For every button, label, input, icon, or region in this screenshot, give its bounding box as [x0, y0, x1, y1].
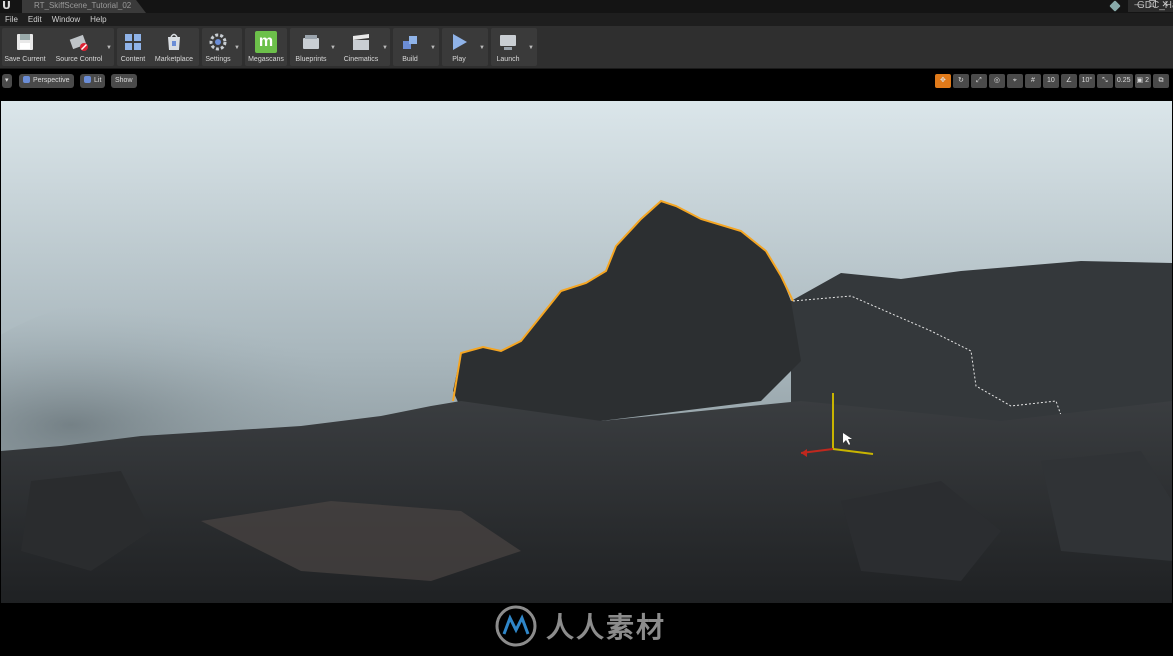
toolbar-group-blueprints: Blueprints ▼ Cinematics ▼ — [290, 28, 390, 66]
play-label: Play — [452, 56, 466, 63]
launch-icon — [500, 35, 516, 50]
level-tab[interactable]: RT_SkiffScene_Tutorial_02 — [22, 0, 146, 13]
source-control-dropdown-icon[interactable]: ▼ — [106, 45, 112, 51]
settings-dropdown-icon[interactable]: ▼ — [234, 45, 240, 51]
camera-speed-control[interactable]: ▣ 2 — [1134, 74, 1151, 88]
level-viewport[interactable] — [1, 101, 1172, 603]
cinematics-dropdown-icon[interactable]: ▼ — [382, 45, 388, 51]
scale-snap-value[interactable]: 0.25 — [1114, 74, 1133, 88]
megascans-label: Megascans — [248, 56, 284, 63]
menu-window[interactable]: Window — [47, 13, 85, 26]
megascans-icon: m — [255, 31, 277, 53]
toolbar-group-content: Content Marketplace — [117, 28, 199, 66]
cinematics-button[interactable]: Cinematics — [340, 28, 382, 66]
menu-bar: File Edit Window Help — [0, 13, 1173, 26]
perspective-button[interactable]: Perspective — [19, 74, 74, 88]
source-control-label: Source Control — [55, 56, 103, 63]
launch-button[interactable]: Launch — [491, 28, 525, 66]
rotate-tool-icon[interactable]: ↻ — [952, 74, 969, 88]
main-toolbar: Save Current Source Control ▼ Content Ma… — [0, 26, 1173, 69]
maximize-button[interactable]: ❐ — [1148, 0, 1156, 10]
settings-button[interactable]: Settings — [202, 28, 234, 66]
rotation-snap-icon[interactable]: ∠ — [1060, 74, 1077, 88]
toolbar-group-play: Play ▼ — [442, 28, 488, 66]
launch-label: Launch — [496, 56, 520, 63]
camera-speed-icon: ▣ — [1136, 77, 1146, 84]
toolbar-group-file: Save Current Source Control ▼ — [2, 28, 114, 66]
surface-snap-icon[interactable]: ⌖ — [1006, 74, 1023, 88]
window-controls: — ❐ ✕ — [1134, 0, 1169, 10]
perspective-label: Perspective — [33, 77, 70, 84]
lit-icon — [84, 76, 91, 83]
content-label: Content — [120, 56, 146, 63]
viewport-transform-tools: ✥ ↻ ⤢ ◎ ⌖ # 10 ∠ 10° ⤡ 0.25 ▣ 2 ⧉ — [934, 74, 1169, 88]
play-dropdown-icon[interactable]: ▼ — [479, 45, 485, 51]
rotation-snap-value[interactable]: 10° — [1078, 74, 1095, 88]
build-label: Build — [402, 56, 418, 63]
viewport-toolbar: ▾ Perspective Lit Show ✥ ↻ ⤢ ◎ ⌖ # 10 ∠ … — [0, 69, 1173, 100]
gear-icon — [209, 33, 227, 51]
distant-ridge — [791, 261, 1172, 431]
marketplace-label: Marketplace — [154, 56, 194, 63]
translate-tool-icon[interactable]: ✥ — [934, 74, 951, 88]
marketplace-icon — [168, 33, 180, 50]
source-control-button[interactable]: Source Control — [52, 28, 106, 66]
maximize-viewport-icon[interactable]: ⧉ — [1153, 74, 1169, 88]
marketplace-button[interactable]: Marketplace — [151, 28, 197, 66]
play-icon — [453, 34, 467, 50]
unreal-logo-icon: U — [2, 0, 11, 12]
close-button[interactable]: ✕ — [1161, 0, 1169, 10]
source-control-icon — [69, 34, 88, 51]
blueprints-icon — [303, 35, 319, 49]
minimize-button[interactable]: — — [1134, 0, 1143, 10]
viewport-scene[interactable] — [1, 101, 1172, 603]
save-icon — [17, 34, 33, 50]
lit-label: Lit — [94, 77, 102, 84]
blueprints-label: Blueprints — [295, 56, 327, 63]
world-local-icon[interactable]: ◎ — [988, 74, 1005, 88]
level-tab-label: RT_SkiffScene_Tutorial_02 — [34, 1, 132, 10]
content-button[interactable]: Content — [117, 28, 149, 66]
show-label: Show — [115, 77, 133, 84]
perspective-icon — [23, 76, 30, 83]
build-cubes-icon — [403, 36, 417, 49]
cinematics-label: Cinematics — [343, 56, 379, 63]
viewport-options-dropdown[interactable]: ▾ — [2, 74, 12, 88]
content-browser-icon — [125, 34, 141, 50]
menu-help[interactable]: Help — [85, 13, 111, 26]
scale-snap-icon[interactable]: ⤡ — [1096, 74, 1113, 88]
build-button[interactable]: Build — [393, 28, 427, 66]
blueprints-button[interactable]: Blueprints — [290, 28, 332, 66]
camera-speed-value: 2 — [1145, 77, 1149, 84]
megascans-button[interactable]: m Megascans — [245, 28, 287, 66]
save-current-label: Save Current — [4, 56, 46, 63]
play-button[interactable]: Play — [442, 28, 476, 66]
show-button[interactable]: Show — [111, 74, 137, 88]
toolbar-group-megascans: m Megascans — [245, 28, 287, 66]
scale-tool-icon[interactable]: ⤢ — [970, 74, 987, 88]
menu-edit[interactable]: Edit — [23, 13, 47, 26]
launch-dropdown-icon[interactable]: ▼ — [528, 45, 534, 51]
save-current-button[interactable]: Save Current — [2, 28, 48, 66]
blueprints-dropdown-icon[interactable]: ▼ — [330, 45, 336, 51]
title-bar: U RT_SkiffScene_Tutorial_02 GDC_Habitat … — [0, 0, 1173, 13]
grid-snap-icon[interactable]: # — [1024, 74, 1041, 88]
grid-snap-value[interactable]: 10 — [1042, 74, 1059, 88]
toolbar-group-build: Build ▼ — [393, 28, 439, 66]
toolbar-group-settings: Settings ▼ — [202, 28, 242, 66]
build-dropdown-icon[interactable]: ▼ — [430, 45, 436, 51]
project-icon — [1109, 0, 1121, 12]
watermark-text: 人人素材 — [546, 611, 667, 644]
menu-file[interactable]: File — [0, 13, 23, 26]
lit-button[interactable]: Lit — [80, 74, 106, 88]
watermark-logo-icon — [495, 605, 537, 647]
settings-label: Settings — [205, 56, 231, 63]
toolbar-group-launch: Launch ▼ — [491, 28, 537, 66]
clapperboard-icon — [353, 34, 369, 50]
